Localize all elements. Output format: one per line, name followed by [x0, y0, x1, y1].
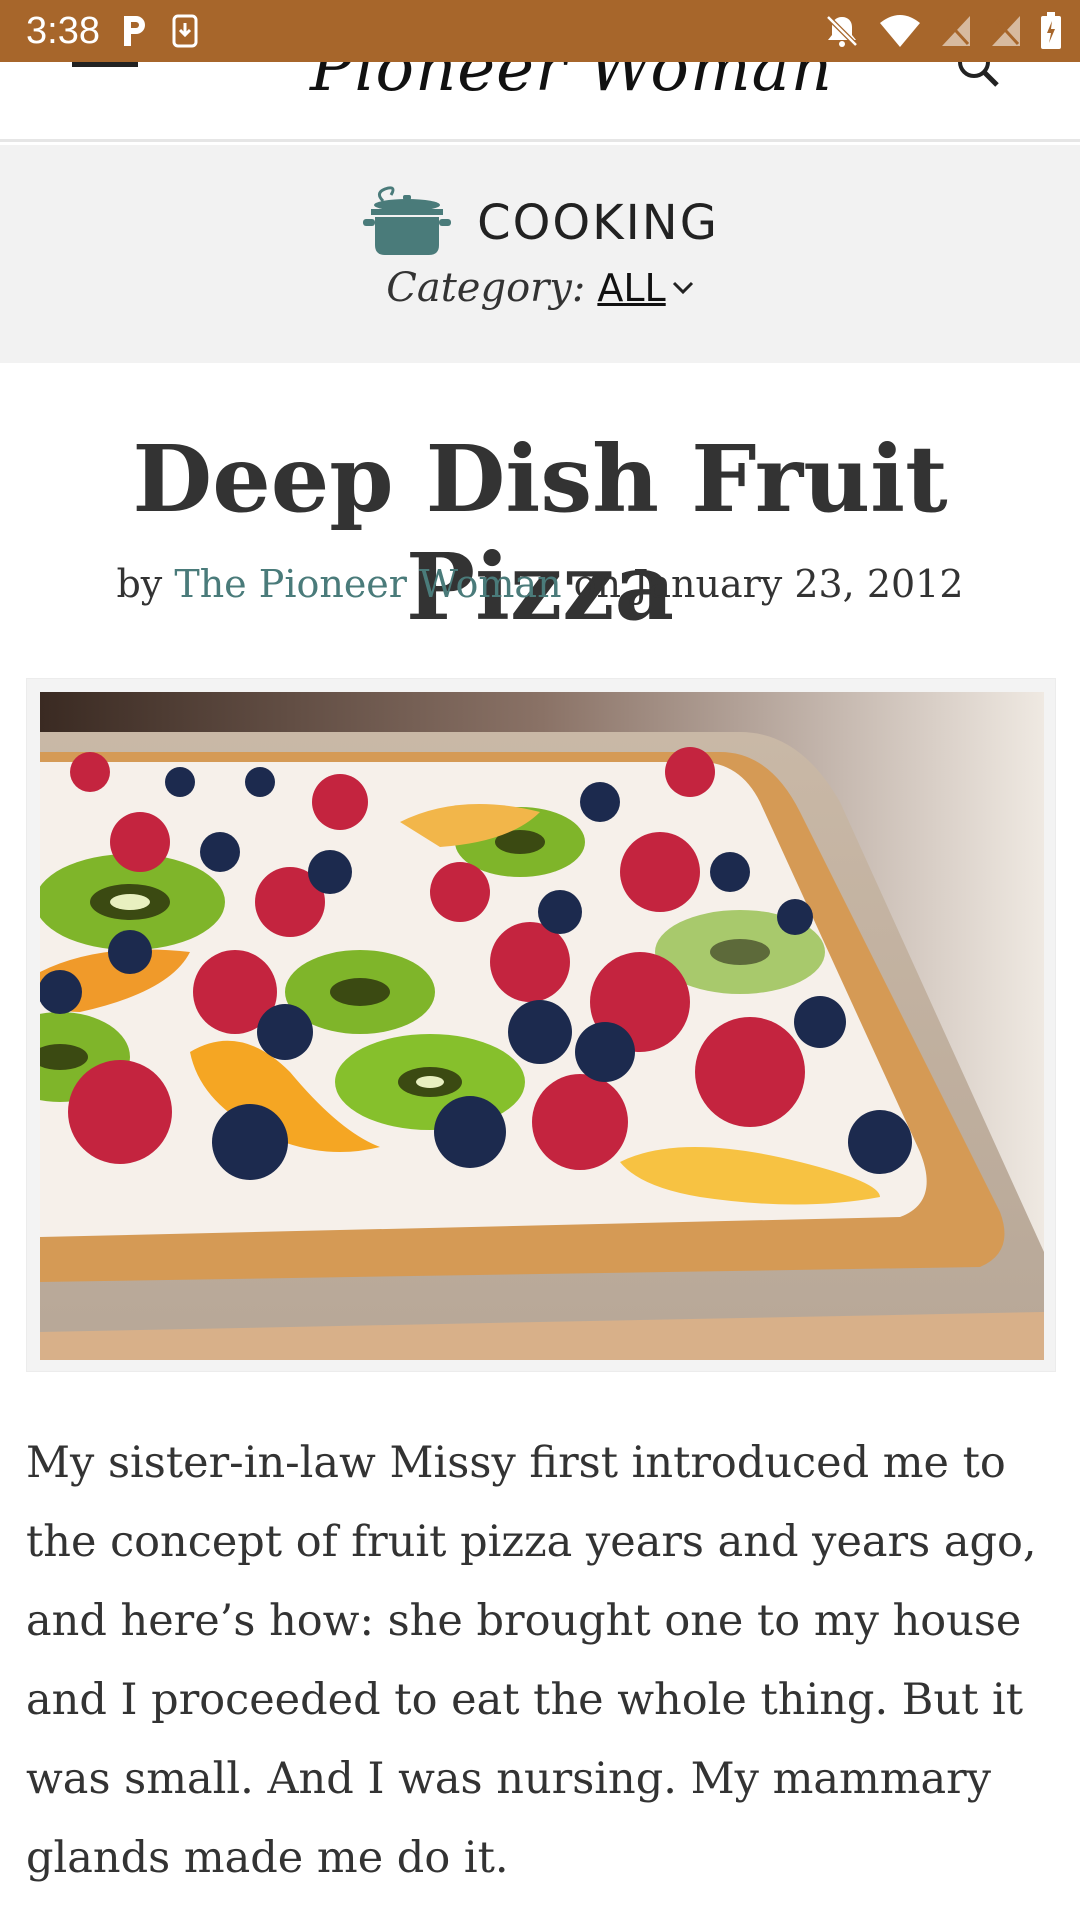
parking-icon	[120, 14, 150, 53]
menu-icon[interactable]	[72, 62, 138, 72]
featured-image-frame	[26, 678, 1056, 1372]
wifi-icon	[878, 13, 922, 54]
signal-icon	[940, 14, 972, 53]
author-link[interactable]: The Pioneer Woman	[174, 562, 561, 606]
category-dropdown[interactable]: ALL	[597, 266, 693, 310]
byline: by The Pioneer Woman on January 23, 2012	[0, 562, 1080, 606]
site-logo[interactable]: Pioneer Woman	[310, 62, 833, 106]
site-header: Pioneer Woman	[0, 62, 1080, 142]
byline-by: by	[116, 562, 163, 606]
status-bar: 3:38	[0, 0, 1080, 62]
category-label: Category:	[386, 265, 586, 311]
post-date: January 23, 2012	[633, 562, 964, 606]
byline-on: on	[573, 562, 622, 606]
search-icon[interactable]	[956, 62, 1000, 92]
cooking-pot-icon	[361, 185, 452, 261]
chevron-down-icon	[672, 281, 693, 295]
category-banner: COOKING Category: ALL	[0, 145, 1080, 363]
fruit-pizza-image[interactable]	[40, 692, 1044, 1360]
status-time: 3:38	[26, 10, 100, 52]
signal-icon	[990, 14, 1022, 53]
article-paragraph: My sister-in-law Missy first introduced …	[26, 1438, 1037, 1883]
category-value: ALL	[597, 266, 666, 310]
battery-icon	[1040, 12, 1062, 55]
section-label: COOKING	[477, 195, 719, 251]
notifications-off-icon	[824, 13, 860, 54]
sim-download-icon	[172, 14, 198, 53]
post-title: Deep Dish Fruit Pizza	[132, 425, 948, 641]
